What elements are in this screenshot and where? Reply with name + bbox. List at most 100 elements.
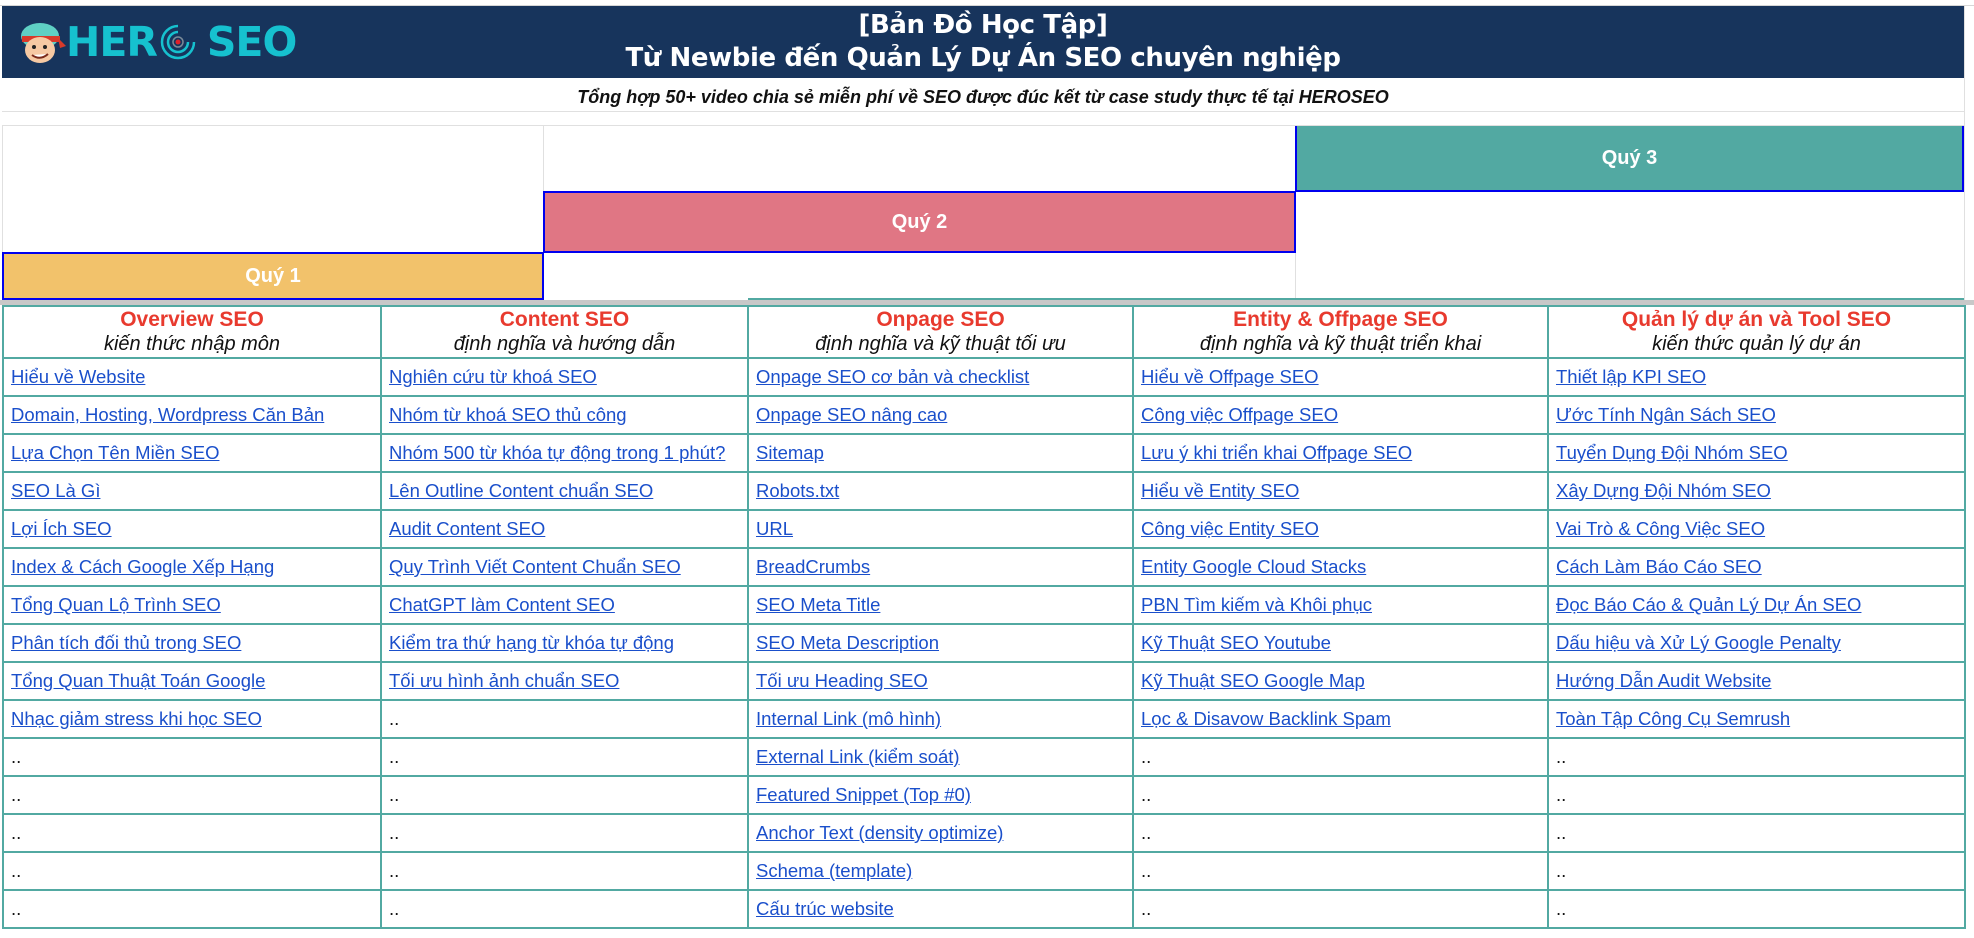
- gridline: [2, 126, 3, 252]
- lesson-link[interactable]: Cấu trúc website: [756, 898, 894, 919]
- lesson-link[interactable]: Sitemap: [756, 442, 824, 463]
- lesson-link[interactable]: Ước Tính Ngân Sách SEO: [1556, 404, 1776, 425]
- lesson-link[interactable]: Lọc & Disavow Backlink Spam: [1141, 708, 1391, 729]
- placeholder-text: ..: [1556, 746, 1567, 767]
- lesson-link[interactable]: Kiểm tra thứ hạng từ khóa tự động: [389, 632, 674, 653]
- table-row: Phân tích đối thủ trong SEO Kiểm tra thứ …: [2, 623, 1966, 663]
- lesson-link[interactable]: Kỹ Thuật SEO Google Map: [1141, 670, 1365, 691]
- lesson-link[interactable]: Nhóm 500 từ khóa tự động trong 1 phút?: [389, 442, 725, 463]
- lesson-link[interactable]: Nhóm từ khoá SEO thủ công: [389, 404, 627, 425]
- lesson-link[interactable]: Vai Trò & Công Việc SEO: [1556, 518, 1765, 539]
- subtitle-row: Tổng hợp 50+ video chia sẻ miễn phí về S…: [2, 78, 1964, 112]
- table-cell: Kiểm tra thứ hạng từ khóa tự động: [380, 623, 749, 663]
- quarter-3-label: Quý 3: [1601, 146, 1658, 169]
- lesson-link[interactable]: Công việc Offpage SEO: [1141, 404, 1338, 425]
- lesson-link[interactable]: Audit Content SEO: [389, 518, 545, 539]
- table-cell: SEO Là Gì: [2, 471, 382, 511]
- table-row: Tổng Quan Lộ Trình SEO ChatGPT làm Conten…: [2, 585, 1966, 625]
- table-cell: ..: [2, 851, 382, 891]
- table-cell: Tổng Quan Thuật Toán Google: [2, 661, 382, 701]
- lesson-link[interactable]: SEO Meta Title: [756, 594, 880, 615]
- placeholder-text: ..: [1141, 784, 1152, 805]
- lesson-link[interactable]: SEO Meta Description: [756, 632, 939, 653]
- lesson-link[interactable]: Onpage SEO nâng cao: [756, 404, 947, 425]
- lesson-link[interactable]: ChatGPT làm Content SEO: [389, 594, 615, 615]
- lesson-link[interactable]: Hướng Dẫn Audit Website: [1556, 670, 1771, 691]
- table-cell: Ước Tính Ngân Sách SEO: [1547, 395, 1966, 435]
- table-row: Domain, Hosting, Wordpress Căn Bản Nhóm t…: [2, 395, 1966, 435]
- lesson-link[interactable]: Đọc Báo Cáo & Quản Lý Dự Án SEO: [1556, 594, 1861, 615]
- table-cell: Cách Làm Báo Cáo SEO: [1547, 547, 1966, 587]
- table-cell: Cấu trúc website: [747, 889, 1134, 929]
- lesson-link[interactable]: Lưu ý khi triển khai Offpage SEO: [1141, 442, 1412, 463]
- lesson-link[interactable]: Thiết lập KPI SEO: [1556, 366, 1706, 387]
- table-cell: Hướng Dẫn Audit Website: [1547, 661, 1966, 701]
- lesson-link[interactable]: Cách Làm Báo Cáo SEO: [1556, 556, 1762, 577]
- lesson-link[interactable]: Tuyển Dụng Đội Nhóm SEO: [1556, 442, 1788, 463]
- table-row: Lựa Chọn Tên Miền SEO Nhóm 500 từ khóa tự…: [2, 433, 1966, 473]
- table-cell: Toàn Tập Công Cụ Semrush: [1547, 699, 1966, 739]
- table-cell: ..: [2, 737, 382, 777]
- table-cell: ..: [380, 813, 749, 853]
- lesson-link[interactable]: Hiểu về Offpage SEO: [1141, 366, 1319, 387]
- lesson-link[interactable]: Hiểu về Entity SEO: [1141, 480, 1299, 501]
- lesson-link[interactable]: Phân tích đối thủ trong SEO: [11, 632, 241, 653]
- title-line-1: [Bản Đồ Học Tập]: [858, 10, 1108, 40]
- lesson-link[interactable]: Xây Dựng Đội Nhóm SEO: [1556, 480, 1771, 501]
- lesson-link[interactable]: BreadCrumbs: [756, 556, 870, 577]
- header-banner: HER SEO [Bản Đồ Học Tập] Từ Newbie đến Q…: [2, 6, 1964, 78]
- table-cell: ..: [1547, 851, 1966, 891]
- category-title: Content SEO: [499, 308, 630, 331]
- table-cell: Onpage SEO nâng cao: [747, 395, 1134, 435]
- lesson-link[interactable]: Công việc Entity SEO: [1141, 518, 1319, 539]
- placeholder-text: ..: [11, 898, 22, 919]
- table-row: .... Anchor Text (density optimize)....: [2, 813, 1966, 853]
- page-title: [Bản Đồ Học Tập] Từ Newbie đến Quản Lý D…: [2, 9, 1964, 75]
- lesson-link[interactable]: Featured Snippet (Top #0): [756, 784, 971, 805]
- lesson-link[interactable]: Quy Trình Viết Content Chuẩn SEO: [389, 556, 681, 577]
- placeholder-text: ..: [11, 822, 22, 843]
- placeholder-text: ..: [1556, 860, 1567, 881]
- lesson-link[interactable]: Hiểu về Website: [11, 366, 145, 387]
- lesson-link[interactable]: Dấu hiệu và Xử Lý Google Penalty: [1556, 632, 1841, 653]
- category-header: Entity & Offpage SEO định nghĩa và kỹ thu…: [1132, 305, 1549, 359]
- table-cell: ..: [1547, 737, 1966, 777]
- lesson-link[interactable]: External Link (kiểm soát): [756, 746, 960, 767]
- table-cell: Hiểu về Website: [2, 357, 382, 397]
- lesson-link[interactable]: Nghiên cứu từ khoá SEO: [389, 366, 597, 387]
- table-cell: ..: [380, 775, 749, 815]
- table-cell: Index & Cách Google Xếp Hạng: [2, 547, 382, 587]
- placeholder-text: ..: [389, 784, 400, 805]
- table-cell: Tối ưu hình ảnh chuẩn SEO: [380, 661, 749, 701]
- lesson-link[interactable]: Domain, Hosting, Wordpress Căn Bản: [11, 404, 324, 425]
- table-row: SEO Là Gì Lên Outline Content chuẩn SEO Ro…: [2, 471, 1966, 511]
- lesson-link[interactable]: Entity Google Cloud Stacks: [1141, 556, 1366, 577]
- table-row: .... Cấu trúc website....: [2, 889, 1966, 929]
- table-cell: Domain, Hosting, Wordpress Căn Bản: [2, 395, 382, 435]
- lesson-link[interactable]: Toàn Tập Công Cụ Semrush: [1556, 708, 1790, 729]
- lesson-link[interactable]: Tối ưu Heading SEO: [756, 670, 928, 691]
- lesson-link[interactable]: Lợi Ích SEO: [11, 518, 112, 539]
- lesson-link[interactable]: Tối ưu hình ảnh chuẩn SEO: [389, 670, 619, 691]
- lesson-link[interactable]: Lên Outline Content chuẩn SEO: [389, 480, 653, 501]
- lesson-link[interactable]: Internal Link (mô hình): [756, 708, 941, 729]
- lesson-link[interactable]: Schema (template): [756, 860, 912, 881]
- category-subtitle: định nghĩa và kỹ thuật tối ưu: [815, 333, 1066, 355]
- lesson-link[interactable]: Tổng Quan Lộ Trình SEO: [11, 594, 221, 615]
- lesson-link[interactable]: URL: [756, 518, 793, 539]
- lesson-link[interactable]: Kỹ Thuật SEO Youtube: [1141, 632, 1331, 653]
- table-cell: SEO Meta Description: [747, 623, 1134, 663]
- table-cell: Quy Trình Viết Content Chuẩn SEO: [380, 547, 749, 587]
- lesson-link[interactable]: Onpage SEO cơ bản và checklist: [756, 366, 1029, 387]
- lesson-link[interactable]: Lựa Chọn Tên Miền SEO: [11, 442, 219, 463]
- lesson-link[interactable]: PBN Tìm kiếm và Khôi phục: [1141, 594, 1372, 615]
- lesson-link[interactable]: SEO Là Gì: [11, 480, 100, 501]
- table-row: .... External Link (kiểm soát)....: [2, 737, 1966, 777]
- lesson-link[interactable]: Index & Cách Google Xếp Hạng: [11, 556, 274, 577]
- lesson-link[interactable]: Anchor Text (density optimize): [756, 822, 1003, 843]
- gridline: [543, 126, 544, 192]
- lesson-link[interactable]: Robots.txt: [756, 480, 839, 501]
- table-cell: Onpage SEO cơ bản và checklist: [747, 357, 1134, 397]
- lesson-link[interactable]: Tổng Quan Thuật Toán Google: [11, 670, 265, 691]
- lesson-link[interactable]: Nhạc giảm stress khi học SEO: [11, 708, 262, 729]
